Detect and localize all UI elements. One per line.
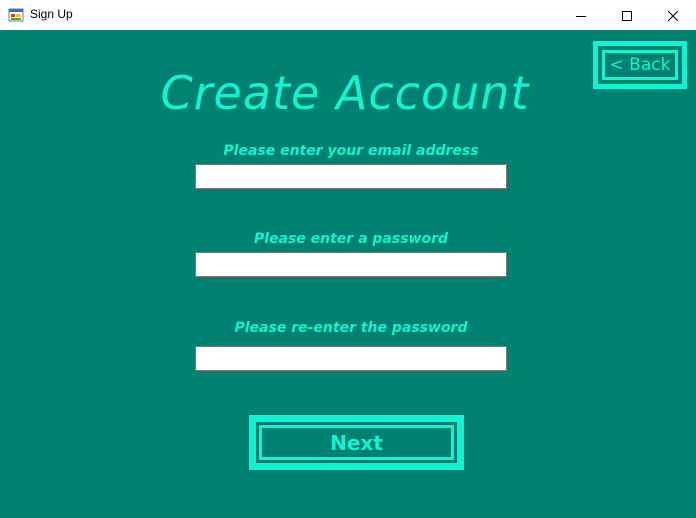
- back-button[interactable]: < Back: [593, 41, 687, 89]
- next-button[interactable]: Next: [249, 415, 464, 470]
- email-label: Please enter your email address: [223, 143, 479, 159]
- windows-form-icon: [8, 7, 24, 23]
- minimize-button[interactable]: [558, 0, 604, 30]
- back-button-label: < Back: [602, 50, 678, 80]
- close-button[interactable]: [650, 0, 696, 30]
- password-field[interactable]: [195, 252, 507, 277]
- close-icon: [667, 6, 679, 25]
- page-title: Create Account: [160, 66, 530, 120]
- next-button-label: Next: [259, 425, 454, 460]
- minimize-icon: [576, 6, 586, 25]
- window-title: Sign Up: [30, 7, 73, 21]
- title-bar[interactable]: Sign Up: [0, 0, 696, 30]
- confirm-password-field[interactable]: [195, 346, 507, 371]
- sign-up-form: Create Account < Back Please enter your …: [0, 30, 696, 518]
- maximize-icon: [622, 6, 632, 25]
- password-label: Please enter a password: [253, 231, 449, 247]
- maximize-button[interactable]: [604, 0, 650, 30]
- confirm-password-label: Please re-enter the password: [234, 320, 468, 336]
- email-field[interactable]: [195, 164, 507, 189]
